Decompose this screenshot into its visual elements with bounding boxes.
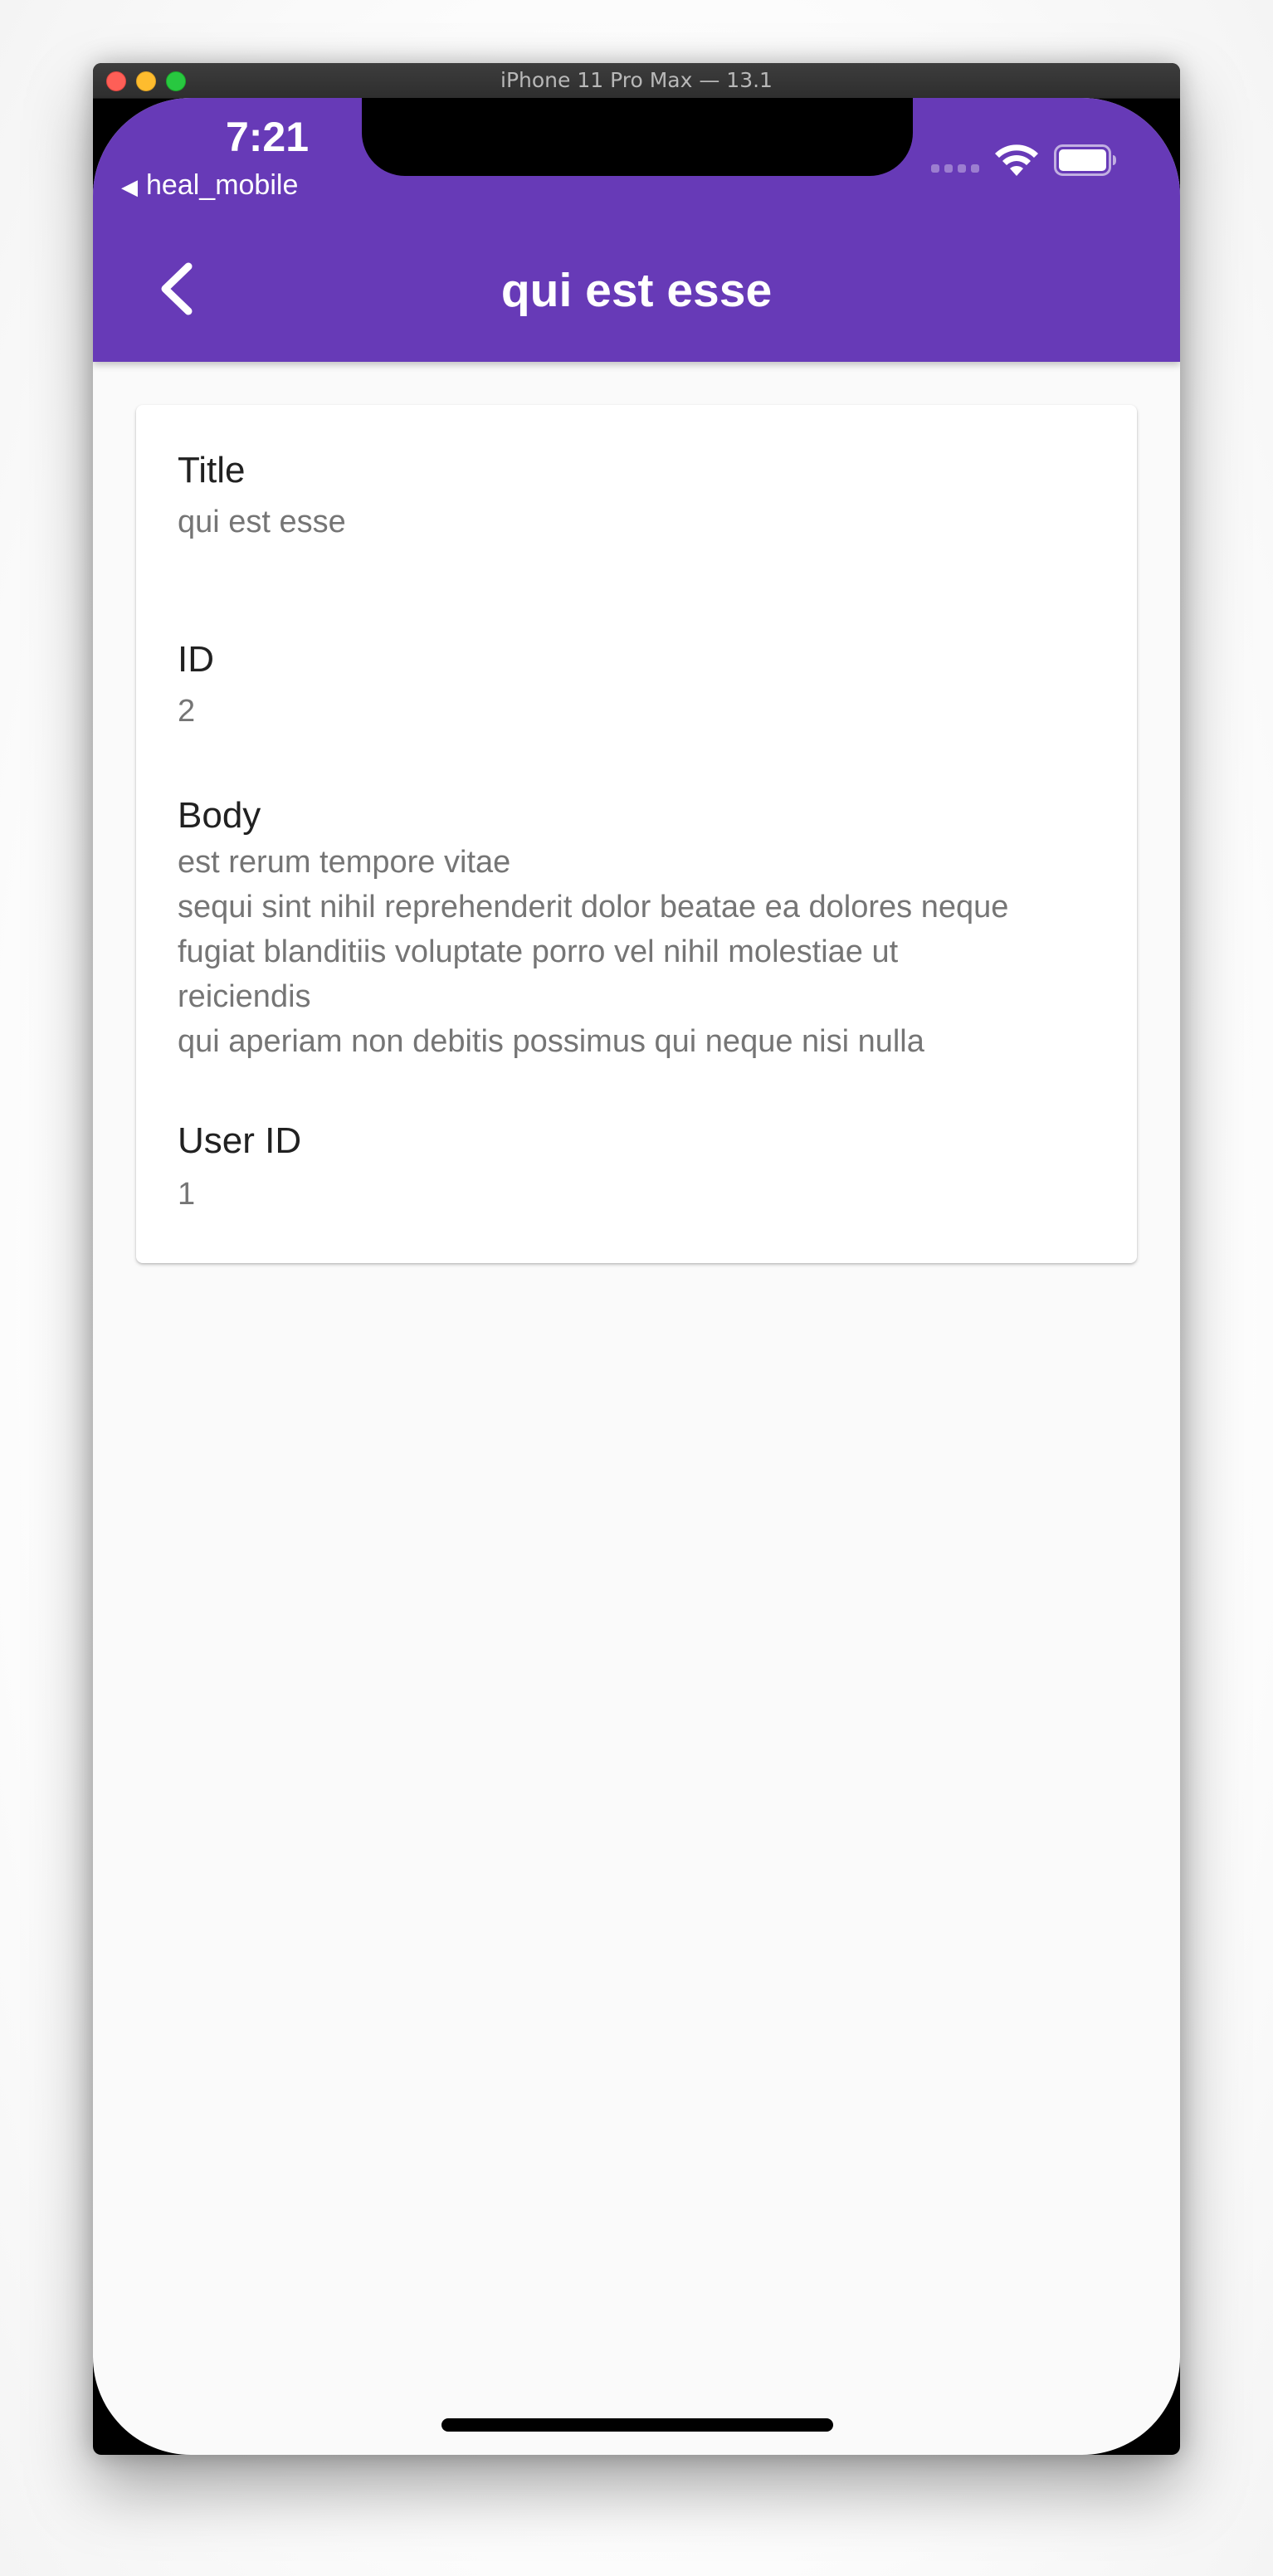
app-bar: 7:21 ◀ heal_mobile qui est esse xyxy=(93,98,1180,362)
user-id-value: 1 xyxy=(178,1177,196,1212)
page-title: qui est esse xyxy=(500,264,773,317)
post-detail-card: Title qui est esse ID 2 Body est rerum t… xyxy=(136,405,1137,1263)
battery-icon xyxy=(1054,144,1116,176)
back-triangle-icon: ◀ xyxy=(121,174,138,199)
body-label: Body xyxy=(178,795,261,836)
status-time: 7:21 xyxy=(225,114,310,160)
back-button[interactable] xyxy=(143,256,209,322)
desktop-background: iPhone 11 Pro Max — 13.1 7:21 ◀ heal_mobi… xyxy=(0,0,1273,2576)
simulator-window: iPhone 11 Pro Max — 13.1 7:21 ◀ heal_mobi… xyxy=(93,63,1180,2455)
chevron-left-icon xyxy=(161,262,193,315)
device-notch xyxy=(362,98,913,176)
title-label: Title xyxy=(178,450,246,490)
simulator-titlebar[interactable]: iPhone 11 Pro Max — 13.1 xyxy=(93,63,1180,99)
status-back-app-label: heal_mobile xyxy=(146,169,299,201)
status-back-to-app[interactable]: ◀ heal_mobile xyxy=(121,169,298,202)
phone-screen: 7:21 ◀ heal_mobile qui est esse Title qu… xyxy=(93,98,1180,2455)
wifi-icon xyxy=(995,144,1038,176)
cellular-signal-icon xyxy=(931,164,981,174)
simulator-window-title: iPhone 11 Pro Max — 13.1 xyxy=(500,68,773,92)
title-value: qui est esse xyxy=(178,505,346,539)
id-value: 2 xyxy=(178,694,196,729)
user-id-label: User ID xyxy=(178,1120,302,1161)
home-indicator[interactable] xyxy=(441,2418,833,2432)
id-label: ID xyxy=(178,639,214,680)
body-value: est rerum tempore vitae sequi sint nihil… xyxy=(178,845,1009,1059)
